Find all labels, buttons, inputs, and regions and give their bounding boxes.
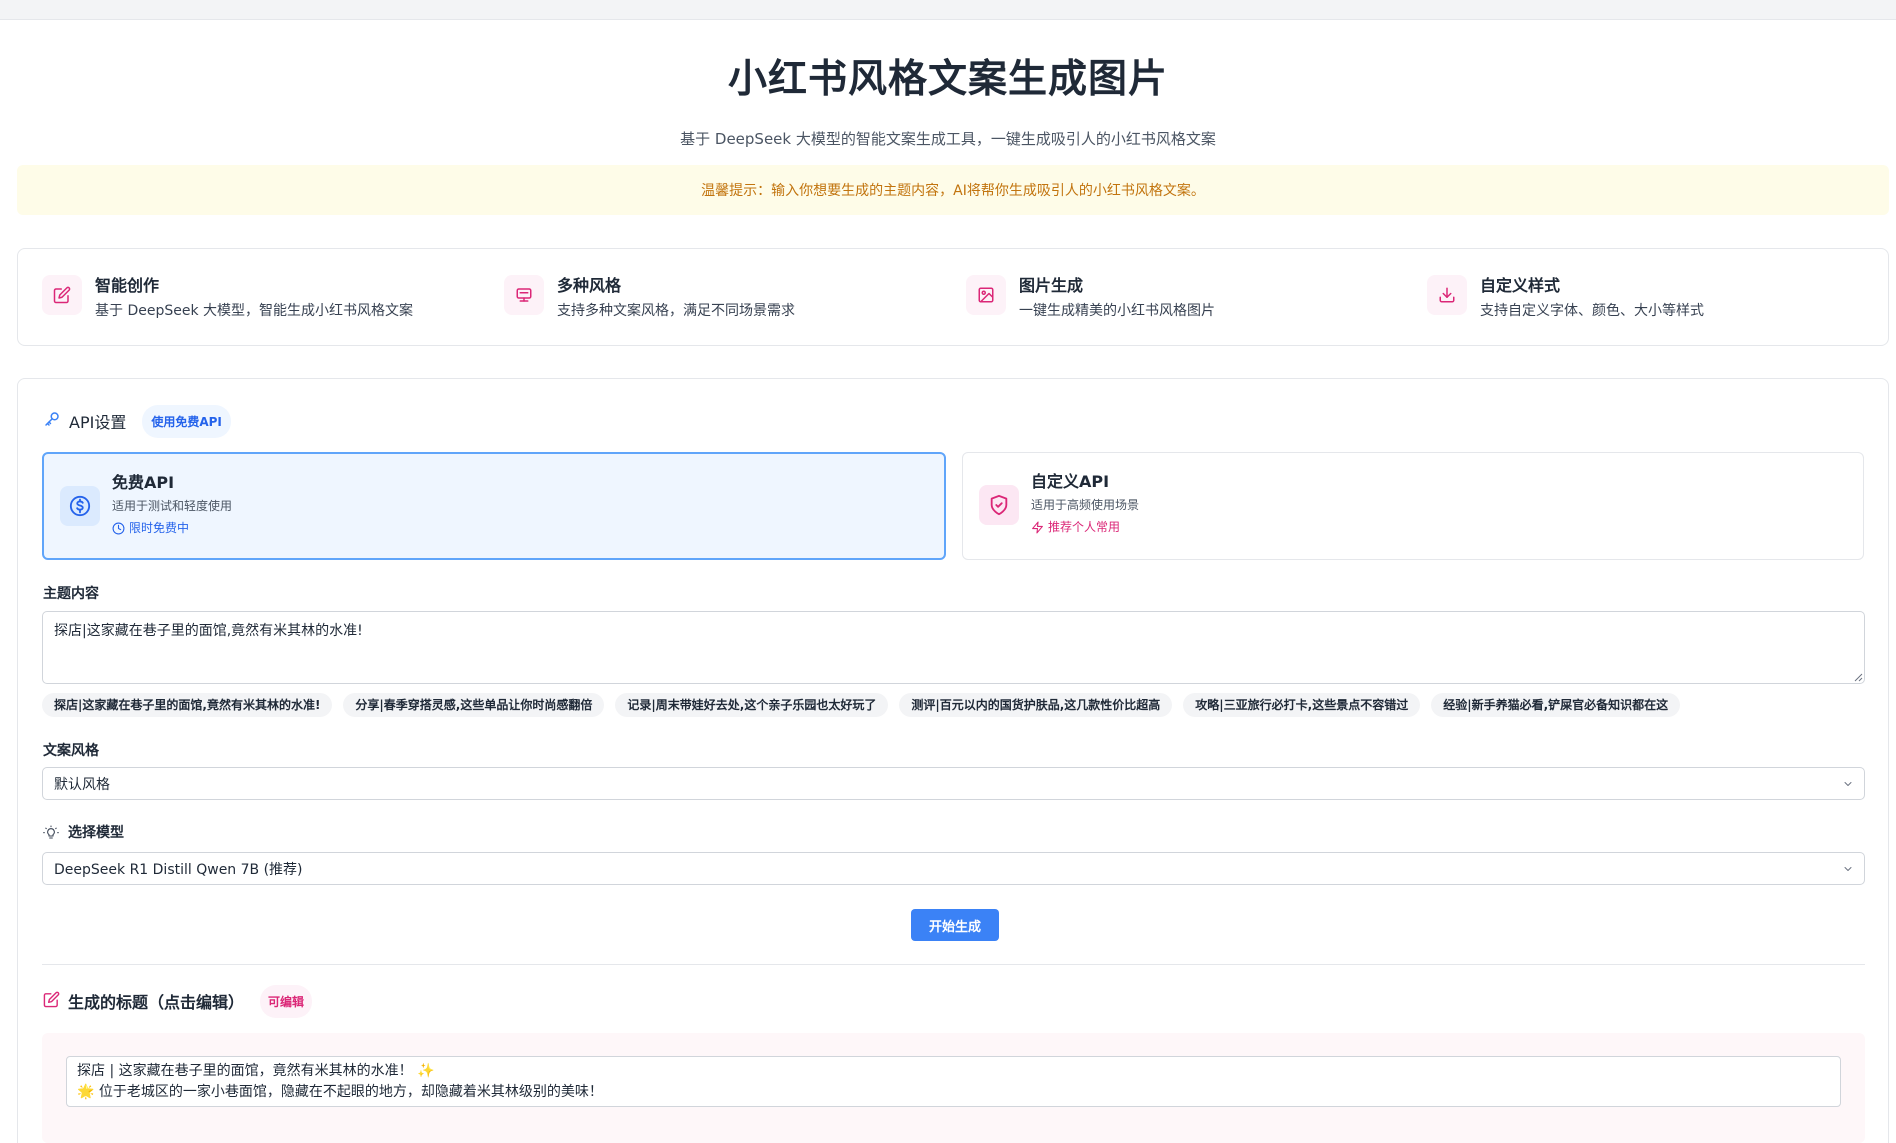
monitor-icon [504,275,544,315]
model-select[interactable]: DeepSeek R1 Distill Qwen 7B (推荐) [42,852,1865,885]
style-select[interactable]: 默认风格 [42,767,1865,800]
edit-icon [43,991,60,1012]
free-api-option[interactable]: 免费API 适用于测试和轻度使用 限时免费中 [42,452,946,560]
generate-button[interactable]: 开始生成 [911,909,999,941]
chevron-down-icon [1844,782,1852,786]
feature-custom-style: 自定义样式 支持自定义字体、颜色、大小等样式 [1427,275,1704,321]
feature-desc: 基于 DeepSeek 大模型，智能生成小红书风格文案 [95,303,414,319]
feature-title: 自定义样式 [1480,276,1561,295]
model-label: 选择模型 [43,822,124,842]
feature-smart-create: 智能创作 基于 DeepSeek 大模型，智能生成小红书风格文案 [42,275,413,321]
topic-examples: 探店|这家藏在巷子里的面馆,竟然有米其林的水准! 分享|春季穿搭灵感,这些单品让… [42,693,1691,717]
custom-api-tag: 推荐个人常用 [1031,518,1139,536]
page-subtitle: 基于 DeepSeek 大模型的智能文案生成工具，一键生成吸引人的小红书风格文案 [680,130,1216,148]
image-icon [966,275,1006,315]
topic-input[interactable] [42,611,1865,684]
feature-title: 图片生成 [1019,276,1084,295]
example-chip[interactable]: 探店|这家藏在巷子里的面馆,竟然有米其林的水准! [42,693,333,717]
resize-grip-icon[interactable] [1854,673,1863,682]
edit-icon [42,275,82,315]
chevron-down-icon [1844,867,1852,871]
page-title: 小红书风格文案生成图片 [727,57,1168,102]
topic-label: 主题内容 [43,586,99,602]
tip-text: 温馨提示：输入你想要生成的主题内容，AI将帮你生成吸引人的小红书风格文案。 [701,183,1205,199]
feature-desc: 支持自定义字体、颜色、大小等样式 [1480,303,1704,319]
api-mode-badge: 使用免费API [142,404,231,438]
download-icon [1427,275,1467,315]
result-header: 生成的标题（点击编辑） 可编辑 [43,984,313,1018]
free-api-tag-text: 限时免费中 [129,521,190,535]
main-form-card: API设置 使用免费API 免费API 适用于测试和轻度使用 限时免费中 自定义… [17,378,1889,1143]
feature-title: 智能创作 [95,276,160,295]
free-api-name: 免费API [112,473,175,492]
model-label-text: 选择模型 [68,825,124,841]
example-chip[interactable]: 分享|春季穿搭灵感,这些单品让你时尚感翻倍 [343,693,605,717]
shield-icon [979,485,1019,525]
editable-badge: 可编辑 [260,984,313,1018]
lightning-icon [1032,521,1043,533]
generated-title-line: 🌟 位于老城区的一家小巷面馆，隐藏在不起眼的地方，却隐藏着米其林级别的美味！ [77,1084,603,1100]
browser-top-bar [0,0,1896,20]
key-icon [43,410,61,432]
free-api-desc: 适用于测试和轻度使用 [112,499,233,513]
free-api-tag: 限时免费中 [112,519,232,537]
api-settings-header: API设置 使用免费API [43,404,231,438]
result-box: 探店 | 这家藏在巷子里的面馆，竟然有米其林的水准！ ✨ 🌟 位于老城区的一家小… [42,1033,1865,1143]
style-select-value: 默认风格 [54,776,110,793]
example-chip[interactable]: 记录|周末带娃好去处,这个亲子乐园也太好玩了 [615,693,889,717]
api-settings-title: API设置 [69,413,127,432]
generated-title-line: 探店 | 这家藏在巷子里的面馆，竟然有米其林的水准！ ✨ [77,1063,435,1079]
example-chip[interactable]: 测评|百元以内的国货护肤品,这几款性价比超高 [899,693,1173,717]
lightbulb-icon [43,825,59,839]
example-chip[interactable]: 经验|新手养猫必看,铲屎官必备知识都在这 [1431,693,1681,717]
feature-desc: 支持多种文案风格，满足不同场景需求 [557,303,795,319]
feature-desc: 一键生成精美的小红书风格图片 [1019,303,1215,319]
tip-banner: 温馨提示：输入你想要生成的主题内容，AI将帮你生成吸引人的小红书风格文案。 [17,165,1889,215]
example-chip[interactable]: 攻略|三亚旅行必打卡,这些景点不容错过 [1183,693,1421,717]
feature-multi-style: 多种风格 支持多种文案风格，满足不同场景需求 [504,275,795,321]
custom-api-tag-text: 推荐个人常用 [1048,520,1121,534]
custom-api-desc: 适用于高频使用场景 [1031,498,1140,512]
generated-title-editor[interactable]: 探店 | 这家藏在巷子里的面馆，竟然有米其林的水准！ ✨ 🌟 位于老城区的一家小… [66,1056,1841,1107]
result-title: 生成的标题（点击编辑） [68,993,245,1012]
model-select-value: DeepSeek R1 Distill Qwen 7B (推荐) [54,861,303,878]
features-panel: 智能创作 基于 DeepSeek 大模型，智能生成小红书风格文案 多种风格 支持… [17,248,1889,346]
feature-image-gen: 图片生成 一键生成精美的小红书风格图片 [966,275,1215,321]
custom-api-name: 自定义API [1031,472,1110,491]
dollar-icon [60,486,100,526]
clock-icon [112,522,125,534]
style-label: 文案风格 [43,743,99,759]
feature-title: 多种风格 [557,276,622,295]
section-divider [42,964,1865,965]
custom-api-option[interactable]: 自定义API 适用于高频使用场景 推荐个人常用 [962,452,1864,560]
